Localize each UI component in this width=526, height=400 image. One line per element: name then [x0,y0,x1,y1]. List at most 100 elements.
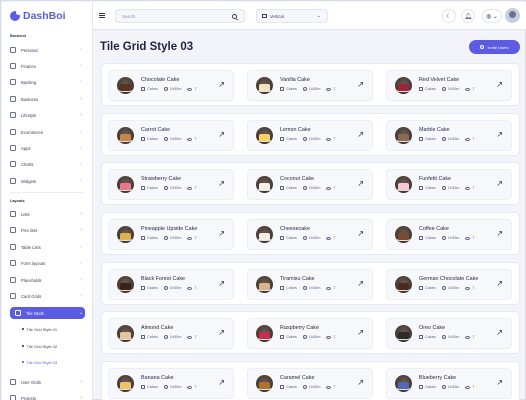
clock-icon [163,186,168,190]
sidebar-item-tile-grids[interactable]: Tile Grids ⌄ [10,307,85,319]
sidebar-item-projects[interactable]: Projects › [10,392,84,400]
tile-card[interactable]: Lemon Cake Cakes 1h30m 7 ↗ [247,120,373,151]
sidebar-item-user-grids[interactable]: User Grids › [10,376,84,388]
arrow-up-right-icon[interactable]: ↗ [218,130,225,139]
arrow-up-right-icon[interactable]: ↗ [357,328,364,337]
placeholds-icon [10,277,16,283]
tile-card[interactable]: Funfetti Cake Cakes 1h30m 7 ↗ [386,169,512,200]
sidebar-item-ecommerce[interactable]: Ecommerce › [10,126,84,138]
arrow-up-right-icon[interactable]: ↗ [357,229,364,238]
sidebar-item-flex-lists[interactable]: Flex lists › [10,224,84,236]
arrow-up-right-icon[interactable]: ↗ [496,130,503,139]
tile-card[interactable]: Tiramisu Cake Cakes 1h30m 7 ↗ [247,269,373,300]
tile-meta: Cakes 1h30m 7 [280,335,336,339]
brand[interactable]: DashBoi [10,9,66,23]
tile-card[interactable]: Blueberry Cake Cakes 1h30m 7 ↗ [386,368,512,399]
category-icon [280,335,284,339]
tile-time: 1h30m [447,335,460,339]
tile-card[interactable]: Oreo Cake Cakes 1h30m 7 ↗ [386,318,512,349]
moon-icon[interactable]: ☾ [442,9,456,23]
search-icon[interactable] [232,13,237,19]
clock-icon [302,385,307,389]
arrow-up-right-icon[interactable]: ↗ [357,130,364,139]
category-icon [280,186,284,190]
category-icon [141,87,145,91]
arrow-up-right-icon[interactable]: ↗ [218,229,225,238]
sidebar-item-card-grids[interactable]: Card Grids › [10,290,84,302]
brand-name: DashBoi [23,10,66,22]
arrow-up-right-icon[interactable]: ↗ [496,378,503,387]
sidebar-item-table-lists[interactable]: Table Lists › [10,241,84,253]
arrow-up-right-icon[interactable]: ↗ [357,179,364,188]
sidebar-item-banking[interactable]: Banking › [10,76,84,88]
tile-category: Cakes [286,87,297,91]
tile-card[interactable]: Strawberry Cake Cakes 1h30m 7 ↗ [108,169,234,200]
tile-card[interactable]: Marble Cake Cakes 1h30m 7 ↗ [386,120,512,151]
tile-category: Cakes [147,137,158,141]
arrow-up-right-icon[interactable]: ↗ [496,179,503,188]
sidebar-item-form-layouts[interactable]: Form layouts › [10,257,84,269]
tile-category: Cakes [425,87,436,91]
arrow-up-right-icon[interactable]: ↗ [218,279,225,288]
tile-card[interactable]: German Chocolate Cake Cakes 1h30m 7 ↗ [386,269,512,300]
tile-card[interactable]: Caramel Cake Cakes 1h30m 7 ↗ [247,368,373,399]
menu-icon[interactable] [99,13,105,18]
tile-category: Cakes [425,335,436,339]
tile-card[interactable]: Black Forest Cake Cakes 1h30m 7 ↗ [108,269,234,300]
cake-image [256,77,273,94]
tile-meta: Cakes 1h30m 7 [280,385,336,389]
bell-icon[interactable]: 🔔︎ [461,9,475,23]
sidebar-item-apps[interactable]: Apps › [10,142,84,154]
sidebar-item-lists[interactable]: Lists › [10,208,84,220]
arrow-up-right-icon[interactable]: ↗ [218,328,225,337]
tile-time: 1h30m [308,186,321,190]
tile-card[interactable]: Red Velvet Cake Cakes 1h30m 7 ↗ [386,70,512,101]
arrow-up-right-icon[interactable]: ↗ [357,80,364,89]
arrow-up-right-icon[interactable]: ↗ [218,80,225,89]
sidebar-item-lifestyle[interactable]: Lifestyle › [10,109,84,121]
arrow-up-right-icon[interactable]: ↗ [496,279,503,288]
arrow-up-right-icon[interactable]: ↗ [218,179,225,188]
sidebar-item-widgets[interactable]: Widgets › [10,175,84,187]
tile-meta: Cakes 1h30m 7 [141,286,197,290]
tile-card[interactable]: Carrot Cake Cakes 1h30m 7 ↗ [108,120,234,151]
sidebar-item-finance[interactable]: Finance › [10,60,84,72]
arrow-up-right-icon[interactable]: ↗ [496,328,503,337]
arrow-up-right-icon[interactable]: ↗ [496,229,503,238]
arrow-up-right-icon[interactable]: ↗ [357,279,364,288]
tile-card[interactable]: Chocolate Cake Cakes 1h30m 7 ↗ [108,70,234,101]
avatar[interactable] [505,8,520,23]
tile-time: 1h30m [169,87,182,91]
sidebar-subitem-tile-grid-style-02[interactable]: Tile Grid Style 02 [22,341,58,351]
tile-time: 1h30m [447,236,460,240]
tile-card[interactable]: Vanilla Cake Cakes 1h30m 7 ↗ [247,70,373,101]
tile-title: Black Forest Cake [141,276,186,282]
arrow-up-right-icon[interactable]: ↗ [357,378,364,387]
sidebar-item-business[interactable]: Business › [10,93,84,105]
invite-users-button[interactable]: Invite Users [469,40,520,54]
clock-icon [441,286,446,290]
search-input[interactable]: Search [115,9,245,23]
sidebar-subitem-tile-grid-style-01[interactable]: Tile Grid Style 01 [22,324,58,334]
arrow-up-right-icon[interactable]: ↗ [218,378,225,387]
sidebar-item-personal[interactable]: Personal › [10,44,84,56]
sidebar-item-charts[interactable]: Charts › [10,158,84,170]
sidebar-item-placeholds[interactable]: Placeholds › [10,274,84,286]
tile-card[interactable]: Coffee Cake Cakes 1h30m 7 ↗ [386,219,512,250]
layout-select[interactable]: Vertical ⌄ [256,9,328,23]
sidebar-subitem-tile-grid-style-03[interactable]: Tile Grid Style 03 [22,357,58,367]
tile-card[interactable]: Almond Cake Cakes 1h30m 7 ↗ [108,318,234,349]
clock-icon [441,137,446,141]
globe-icon[interactable]: ◍ ⌄ [482,9,502,23]
tile-card[interactable]: Pineapple Upside Cake Cakes 1h30m 7 ↗ [108,219,234,250]
tile-card[interactable]: Coconut Cake Cakes 1h30m 7 ↗ [247,169,373,200]
tile-card[interactable]: Banana Cake Cakes 1h30m 7 ↗ [108,368,234,399]
tile-card[interactable]: Cheesecake Cakes 1h30m 7 ↗ [247,219,373,250]
arrow-up-right-icon[interactable]: ↗ [496,80,503,89]
clock-icon [441,385,446,389]
tile-card[interactable]: Raspberry Cake Cakes 1h30m 7 ↗ [247,318,373,349]
sidebar-item-label: Lifestyle [21,112,37,118]
cake-image [256,276,273,293]
tile-category: Cakes [147,186,158,190]
sidebar-item-label: Business [21,96,38,102]
